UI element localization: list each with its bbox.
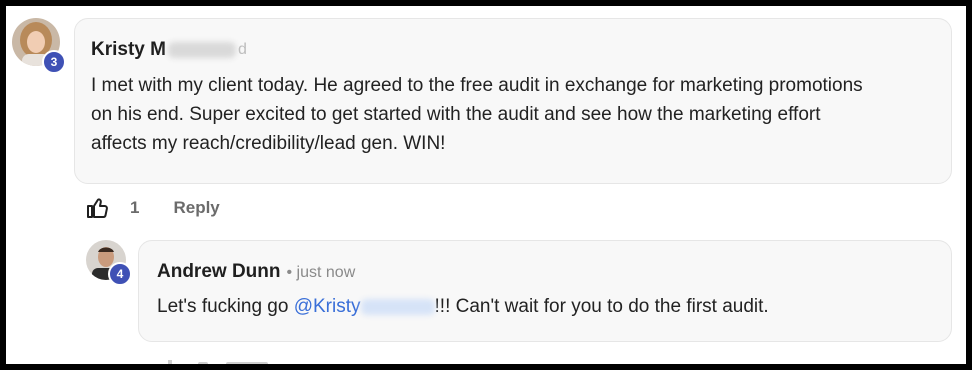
thumbs-up-icon [87, 198, 108, 218]
redacted-mention [360, 298, 435, 315]
like-button[interactable]: 1 [86, 196, 139, 220]
reply-avatar[interactable]: 4 [86, 240, 132, 286]
reply-bubble: Andrew Dunn • just now Let's fucking go … [138, 240, 952, 342]
comment-timestamp: d [237, 41, 247, 58]
comment-thread: 3 Kristy M d I met with my client today.… [6, 6, 966, 364]
reply-actions-partial [164, 358, 284, 364]
comment-bubble: Kristy M d I met with my client today. H… [74, 18, 952, 184]
mention-link[interactable]: @Kristy [294, 292, 361, 321]
reply-text-end: !!! Can't wait for you to do the first a… [434, 296, 769, 317]
reply-text: Let's fucking go @Kristy !!! Can't wait … [157, 292, 769, 321]
reply-button[interactable]: Reply [173, 198, 219, 218]
avatar[interactable]: 3 [12, 18, 66, 74]
reply-author[interactable]: Andrew Dunn [157, 261, 281, 283]
thumbs-up-icon[interactable] [164, 358, 284, 364]
level-badge: 3 [42, 50, 66, 74]
like-count: 1 [130, 198, 140, 217]
comment-actions: 1 Reply [86, 196, 220, 220]
reply-timestamp: • just now [286, 264, 356, 281]
level-badge: 4 [108, 262, 132, 286]
comment-text: I met with my client today. He agreed to… [91, 75, 863, 154]
redacted-name [167, 42, 236, 58]
reply-text-start: Let's fucking go [157, 296, 294, 317]
comment-author[interactable]: Kristy M [91, 39, 166, 61]
